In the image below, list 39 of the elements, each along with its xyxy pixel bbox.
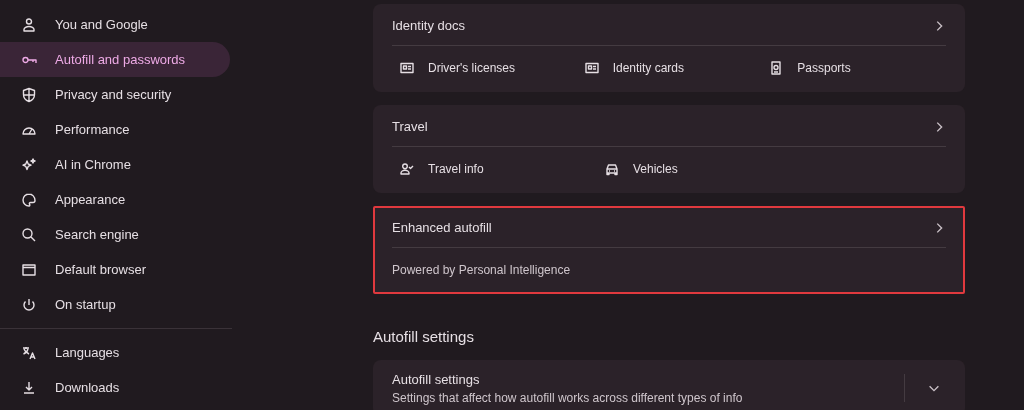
card-title: Autofill settings [392,371,481,387]
palette-icon [21,191,37,208]
person-check-icon [399,161,415,177]
browser-window-icon [21,261,37,278]
sidebar-item[interactable]: Search engine [0,217,230,252]
download-icon [21,379,37,396]
card-link[interactable]: Passports [761,60,946,76]
card-title: Travel [392,119,428,134]
sidebar-item[interactable]: You and Google [0,7,230,42]
card-link[interactable]: Driver's licenses [392,60,577,76]
sparkle-icon [21,156,37,173]
sidebar-item[interactable]: Default browser [0,252,230,287]
card-header-row[interactable]: Identity docs [392,6,946,45]
id-card-icon [399,60,415,76]
person-icon [21,16,37,33]
card-title: Enhanced autofill [392,220,492,235]
sidebar-item[interactable]: Privacy and security [0,77,230,112]
sidebar-item[interactable]: Downloads [0,370,230,405]
shield-icon [21,86,37,103]
sidebar-item[interactable]: Autofill and passwords [0,42,230,77]
translate-icon [21,344,37,361]
search-icon [21,226,37,243]
id-card-icon [583,60,600,76]
card-link[interactable]: Vehicles [597,161,802,177]
sidebar-item[interactable]: Performance [0,112,230,147]
section-heading: Autofill settings [373,328,475,345]
card-header-row[interactable]: Travel [392,107,946,146]
car-icon [604,161,620,177]
card-description: Settings that affect how autofill works across different types of info [392,390,744,405]
card-header-row[interactable]: Enhanced autofill [392,208,946,247]
sidebar-item[interactable]: On startup [0,287,230,322]
sidebar-item[interactable]: Languages [0,335,230,370]
card-link[interactable]: Travel info [392,161,597,177]
sidebar-item[interactable]: Appearance [0,182,230,217]
card-title: Identity docs [392,18,465,33]
sidebar-item[interactable]: AI in Chrome [0,147,230,182]
card-subtitle: Powered by Personal Intelligence [392,262,572,279]
card-link[interactable]: Identity cards [576,60,762,76]
power-icon [21,296,37,313]
